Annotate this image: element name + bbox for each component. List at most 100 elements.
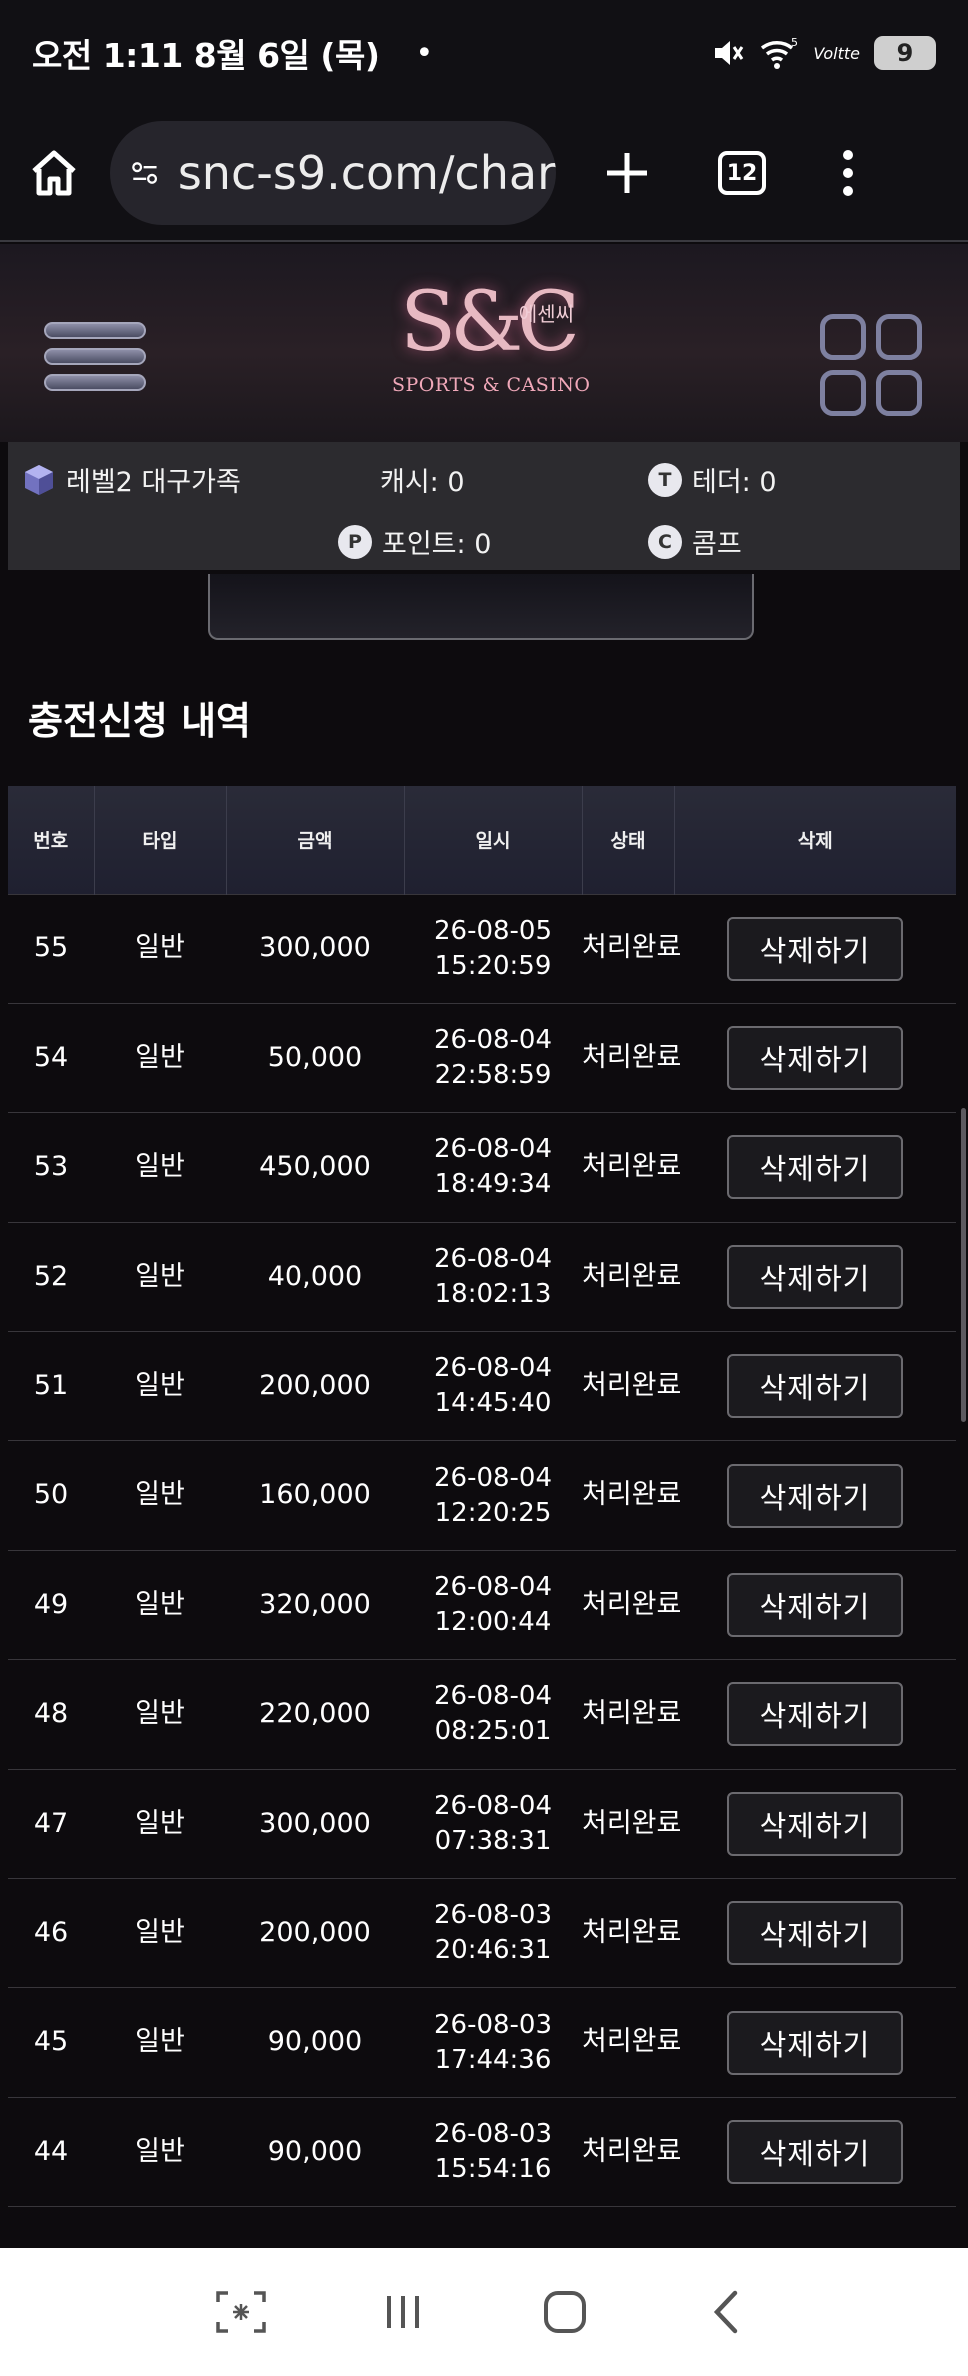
row-date: 26-08-03	[433, 1900, 552, 1931]
points-balance: P 포인트: 0	[338, 522, 491, 561]
scrollbar[interactable]	[961, 1108, 966, 1422]
home-button[interactable]	[539, 2286, 591, 2338]
row-date: 26-08-04	[433, 1571, 552, 1602]
menu-hamburger-icon[interactable]	[44, 322, 146, 400]
row-status: 처리완료	[582, 1878, 681, 1988]
row-number: 48	[8, 1659, 94, 1770]
header-delete: 삭제	[674, 786, 956, 894]
table-row: 49 일반 320,000 26-08-04 12:00:44 처리완료 삭제하기	[8, 1549, 956, 1660]
row-status: 처리완료	[582, 1331, 681, 1441]
site-logo[interactable]: S&C 에센씨 SPORTS & CASINO	[392, 260, 590, 435]
row-number: 53	[8, 1112, 94, 1223]
delete-button[interactable]: 삭제하기	[727, 1791, 903, 1856]
apps-grid-icon[interactable]	[820, 314, 922, 416]
wifi-icon: 5	[761, 36, 798, 69]
delete-button[interactable]: 삭제하기	[727, 1682, 903, 1747]
new-tab-button[interactable]	[602, 148, 652, 198]
row-action: 삭제하기	[674, 1440, 956, 1551]
row-time: 22:58:59	[434, 1060, 552, 1091]
header-datetime: 일시	[404, 786, 583, 894]
row-action: 삭제하기	[674, 1221, 956, 1332]
delete-button[interactable]: 삭제하기	[727, 1244, 903, 1309]
level-cube-icon	[25, 464, 53, 495]
site-settings-icon[interactable]	[132, 155, 158, 191]
row-amount: 90,000	[226, 2096, 404, 2207]
cash-balance: 캐시: 0	[380, 460, 465, 499]
row-status: 처리완료	[582, 1768, 681, 1879]
tether-text: 테더: 0	[692, 467, 777, 498]
browser-home-button[interactable]	[26, 145, 82, 201]
screenshot-icon	[216, 2291, 266, 2333]
delete-button[interactable]: 삭제하기	[727, 2119, 903, 2184]
row-status: 처리완료	[582, 893, 681, 1004]
row-date: 26-08-04	[433, 1243, 552, 1274]
row-amount: 200,000	[226, 1878, 404, 1988]
row-amount: 220,000	[226, 1659, 404, 1770]
row-date: 26-08-03	[433, 2009, 552, 2040]
row-action: 삭제하기	[674, 1331, 956, 1441]
mute-icon	[715, 41, 744, 65]
user-level: 레벨2 대구가족	[22, 460, 241, 499]
header-amount: 금액	[226, 786, 405, 894]
status-bar: 오전 1:11 8월 6일 (목) • 5 Voltte 9	[0, 0, 968, 106]
notification-dot: •	[415, 35, 434, 71]
site-header: S&C 에센씨 SPORTS & CASINO	[0, 244, 968, 442]
row-status: 처리완료	[582, 1002, 681, 1113]
row-type: 일반	[94, 1768, 226, 1879]
header-type: 타입	[94, 786, 227, 894]
delete-button[interactable]: 삭제하기	[727, 1135, 903, 1200]
row-action: 삭제하기	[674, 1987, 956, 2098]
delete-button[interactable]: 삭제하기	[727, 1463, 903, 1528]
row-datetime: 26-08-04 12:00:44	[404, 1549, 582, 1660]
delete-button[interactable]: 삭제하기	[727, 1354, 903, 1419]
browser-toolbar: snc-s9.com/char 12	[0, 106, 968, 242]
row-number: 46	[8, 1878, 94, 1988]
back-button[interactable]	[701, 2286, 753, 2338]
address-bar[interactable]: snc-s9.com/char	[110, 121, 556, 225]
row-time: 12:00:44	[434, 1607, 552, 1638]
comp-icon: C	[648, 524, 682, 559]
delete-button[interactable]: 삭제하기	[727, 1573, 903, 1638]
delete-button[interactable]: 삭제하기	[727, 1026, 903, 1091]
user-info-bar: 레벨2 대구가족 캐시: 0 T 테더: 0 P 포인트: 0 C 콤프	[8, 442, 960, 570]
row-type: 일반	[94, 1878, 226, 1988]
row-amount: 450,000	[226, 1112, 404, 1223]
recents-button[interactable]	[377, 2286, 429, 2338]
row-amount: 320,000	[226, 1549, 404, 1660]
row-type: 일반	[94, 1440, 226, 1551]
row-amount: 200,000	[226, 1331, 404, 1441]
row-type: 일반	[94, 2096, 226, 2207]
status-icons: 5 Voltte 9	[711, 36, 936, 70]
battery-level: 9	[896, 39, 914, 67]
row-type: 일반	[94, 1112, 226, 1223]
points-text: 포인트: 0	[382, 529, 492, 560]
row-date: 26-08-03	[433, 2118, 552, 2149]
back-icon	[713, 2290, 738, 2334]
tab-switcher-button[interactable]: 12	[718, 151, 766, 195]
row-number: 52	[8, 1221, 94, 1332]
screenshot-button[interactable]	[215, 2286, 267, 2338]
delete-button[interactable]: 삭제하기	[727, 2010, 903, 2075]
row-amount: 50,000	[226, 1002, 404, 1113]
delete-button[interactable]: 삭제하기	[727, 916, 903, 981]
table-row: 51 일반 200,000 26-08-04 14:45:40 처리완료 삭제하기	[8, 1331, 956, 1441]
row-action: 삭제하기	[674, 1878, 956, 1988]
table-row: 53 일반 450,000 26-08-04 18:49:34 처리완료 삭제하기	[8, 1112, 956, 1223]
row-action: 삭제하기	[674, 1659, 956, 1770]
browser-menu-button[interactable]	[838, 148, 858, 198]
home-icon	[32, 150, 76, 196]
row-action: 삭제하기	[674, 1002, 956, 1113]
row-datetime: 26-08-04 18:02:13	[404, 1221, 582, 1332]
row-time: 08:25:01	[434, 1716, 552, 1747]
row-datetime: 26-08-04 08:25:01	[404, 1659, 582, 1770]
row-number: 55	[8, 893, 94, 1004]
row-datetime: 26-08-03 17:44:36	[404, 1987, 582, 2098]
header-number: 번호	[8, 786, 95, 894]
delete-button[interactable]: 삭제하기	[727, 1901, 903, 1966]
android-nav-bar	[0, 2248, 968, 2376]
row-time: 07:38:31	[434, 1825, 552, 1856]
row-date: 26-08-04	[433, 1790, 552, 1821]
row-number: 50	[8, 1440, 94, 1551]
tab-switcher-icon: 12	[718, 151, 766, 195]
row-status: 처리완료	[582, 1987, 681, 2098]
